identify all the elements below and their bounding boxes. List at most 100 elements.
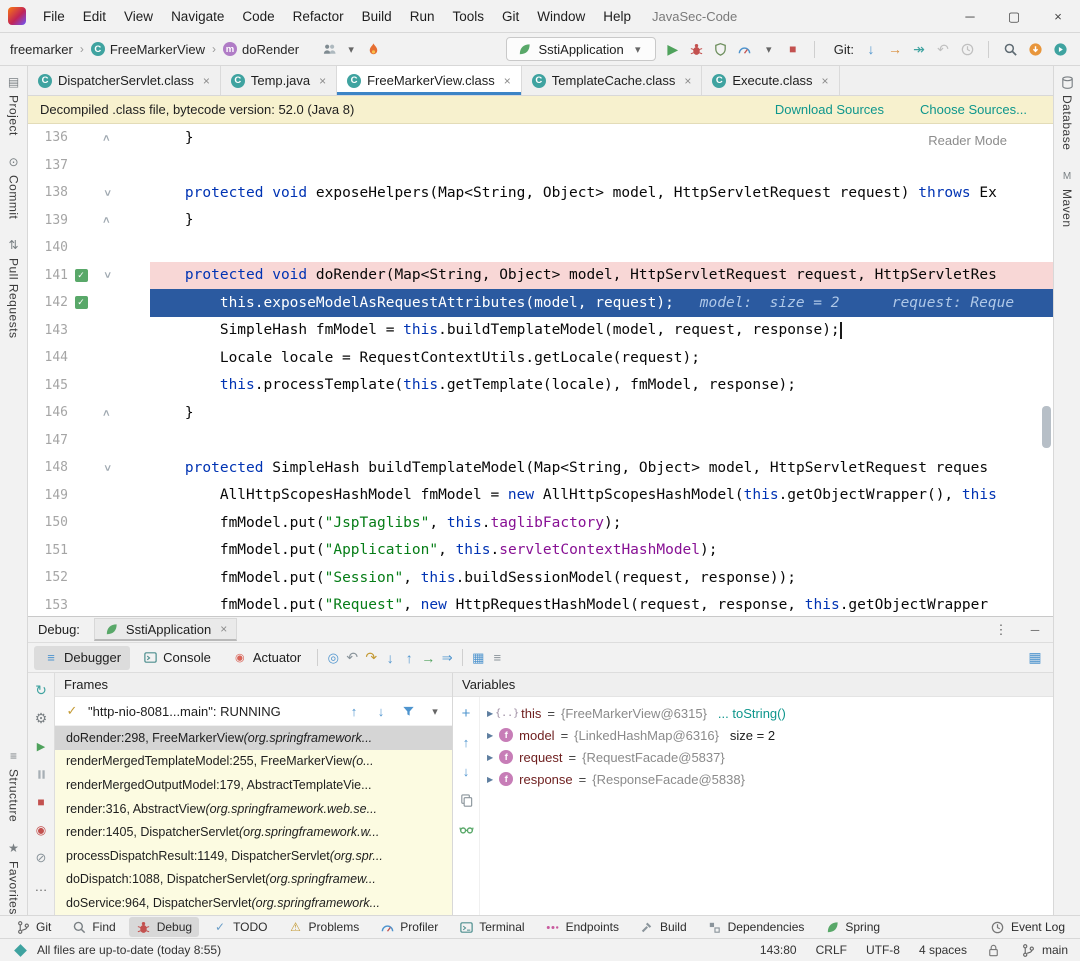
code-line[interactable]: Locale locale = RequestContextUtils.getL… <box>150 344 1053 372</box>
code-editor[interactable]: Reader Mode 136> }137138> protected void… <box>28 124 1053 616</box>
menu-item-window[interactable]: Window <box>528 5 594 28</box>
toolwindow-button-favorites[interactable]: ★Favorites <box>6 840 22 915</box>
code-line[interactable]: SimpleHash fmModel = this.buildTemplateM… <box>150 317 1053 345</box>
arrow-up-icon[interactable]: ↑ <box>458 734 474 750</box>
git-update-icon[interactable]: ↓ <box>863 41 879 57</box>
minimize-icon[interactable]: ─ <box>1027 622 1043 638</box>
view-options-icon[interactable]: ▦ <box>470 650 486 666</box>
code-line[interactable]: fmModel.put("Session", this.buildSession… <box>150 564 1053 592</box>
ai-assistant-icon[interactable] <box>1052 41 1068 57</box>
run-icon[interactable]: ▶ <box>665 41 681 57</box>
collaborate-icon[interactable] <box>321 41 337 57</box>
line-check-icon[interactable]: ✓ <box>75 296 88 309</box>
toolwindow-build[interactable]: Build <box>632 917 694 937</box>
debug-tab-debugger[interactable]: ≡Debugger <box>34 646 130 670</box>
code-line[interactable]: } <box>150 124 1053 152</box>
search-everywhere-icon[interactable] <box>1002 41 1018 57</box>
profiler-icon[interactable] <box>737 41 753 57</box>
toolwindow-button-project[interactable]: ▤Project <box>6 74 22 136</box>
fold-down-icon[interactable]: > <box>101 272 113 278</box>
breadcrumb-item-dorender[interactable]: mdoRender <box>223 42 299 57</box>
menu-item-navigate[interactable]: Navigate <box>162 5 233 28</box>
statusbar-message[interactable]: All files are up-to-date (today 8:55) <box>37 943 221 957</box>
menu-item-edit[interactable]: Edit <box>74 5 115 28</box>
toolwindow-button-pull-requests[interactable]: ⇅Pull Requests <box>6 237 22 339</box>
maximize-button[interactable]: ▢ <box>992 0 1036 33</box>
code-line[interactable]: protected void doRender(Map<String, Obje… <box>150 262 1053 290</box>
profiler-flame-icon[interactable] <box>365 41 381 57</box>
variable-row[interactable]: ▶fresponse={ResponseFacade@5838} <box>480 768 1053 790</box>
minimize-button[interactable]: ─ <box>948 0 992 33</box>
git-branch[interactable]: main <box>1021 942 1068 958</box>
toolwindow-find[interactable]: Find <box>64 917 122 937</box>
settings-gear-icon[interactable]: ⚙ <box>33 710 49 726</box>
view-breakpoints-icon[interactable]: ◉ <box>33 822 49 838</box>
stack-frame-row[interactable]: renderMergedOutputModel:179, AbstractTem… <box>55 773 452 797</box>
close-icon[interactable]: × <box>220 622 227 636</box>
chevron-right-icon[interactable]: ▶ <box>487 753 493 762</box>
stop-icon[interactable]: ■ <box>33 794 49 810</box>
resume-icon[interactable]: ▶ <box>33 738 49 754</box>
close-icon[interactable]: × <box>504 74 511 88</box>
toolwindow-dependencies[interactable]: Dependencies <box>700 917 812 937</box>
debug-icon[interactable] <box>689 41 705 57</box>
menu-item-tools[interactable]: Tools <box>443 5 493 28</box>
toolwindow-profiler[interactable]: Profiler <box>372 917 445 937</box>
chevron-right-icon[interactable]: ▶ <box>487 775 493 784</box>
stack-frame-row[interactable]: doService:964, DispatcherServlet (org.sp… <box>55 891 452 915</box>
fold-up-icon[interactable]: > <box>101 135 113 141</box>
git-fetch-icon[interactable]: ↠ <box>911 41 927 57</box>
code-line[interactable]: } <box>150 399 1053 427</box>
code-line[interactable] <box>150 427 1053 455</box>
glasses-icon[interactable] <box>458 821 474 837</box>
editor-tab-dispatcherservlet-class[interactable]: CDispatcherServlet.class× <box>28 66 221 95</box>
toolwindow-button-commit[interactable]: ⊙Commit <box>6 154 22 219</box>
menu-item-build[interactable]: Build <box>353 5 401 28</box>
editor-tab-templatecache-class[interactable]: CTemplateCache.class× <box>522 66 703 95</box>
code-line[interactable]: this.processTemplate(this.getTemplate(lo… <box>150 372 1053 400</box>
chevron-down-icon[interactable]: ▾ <box>343 41 359 57</box>
copy-icon[interactable] <box>458 792 474 808</box>
thread-selector[interactable]: ✓ "http-nio-8081...main": RUNNING ↑↓▾ <box>55 697 452 726</box>
layout-settings-icon[interactable]: ▦ <box>1027 650 1043 666</box>
toolwindow-git[interactable]: Git <box>8 917 58 937</box>
code-line[interactable] <box>150 152 1053 180</box>
choose-sources-link[interactable]: Choose Sources... <box>920 102 1027 117</box>
show-execution-point-icon[interactable]: ◎ <box>325 650 341 666</box>
code-line[interactable]: fmModel.put("Request", new HttpRequestHa… <box>150 592 1053 617</box>
chevron-down-icon[interactable]: ▾ <box>427 703 443 719</box>
step-into-icon[interactable]: ↓ <box>382 650 398 666</box>
history-icon[interactable] <box>959 41 975 57</box>
smart-step-into-icon[interactable]: ⇒ <box>439 650 455 666</box>
debug-tab-console[interactable]: Console <box>133 646 220 670</box>
lock-icon[interactable] <box>986 942 1002 958</box>
editor-tab-temp-java[interactable]: CTemp.java× <box>221 66 337 95</box>
editor-scrollbar[interactable] <box>1042 406 1051 448</box>
code-line[interactable]: fmModel.put("JspTaglibs", this.taglibFac… <box>150 509 1053 537</box>
reset-frame-icon[interactable]: ↶ <box>344 650 360 666</box>
close-icon[interactable]: × <box>319 74 326 88</box>
step-out-icon[interactable]: ↑ <box>401 650 417 666</box>
download-sources-link[interactable]: Download Sources <box>775 102 884 117</box>
code-line[interactable]: protected void exposeHelpers(Map<String,… <box>150 179 1053 207</box>
menu-item-file[interactable]: File <box>34 5 74 28</box>
git-push-icon[interactable]: → <box>887 41 903 57</box>
toolwindow-event-log[interactable]: Event Log <box>983 917 1072 937</box>
code-line[interactable]: } <box>150 207 1053 235</box>
close-icon[interactable]: × <box>822 74 829 88</box>
arrow-down-icon[interactable]: ↓ <box>373 703 389 719</box>
variable-row[interactable]: ▶{..}this={FreeMarkerView@6315}... toStr… <box>480 702 1053 724</box>
stack-frame-row[interactable]: processDispatchResult:1149, DispatcherSe… <box>55 844 452 868</box>
reader-mode-label[interactable]: Reader Mode <box>928 133 1007 148</box>
stop-icon[interactable]: ■ <box>785 41 801 57</box>
code-line[interactable]: fmModel.put("Application", this.servletC… <box>150 537 1053 565</box>
editor-tab-execute-class[interactable]: CExecute.class× <box>702 66 839 95</box>
debug-tab-actuator[interactable]: ◉Actuator <box>223 646 310 670</box>
encoding-select[interactable]: UTF-8 <box>866 943 900 957</box>
stack-frame-row[interactable]: render:316, AbstractView (org.springfram… <box>55 797 452 821</box>
menu-item-refactor[interactable]: Refactor <box>284 5 353 28</box>
fold-up-icon[interactable]: > <box>101 217 113 223</box>
chevron-right-icon[interactable]: ▶ <box>487 731 493 740</box>
debug-session-tab[interactable]: SstiApplication × <box>94 618 237 641</box>
breadcrumb-item-freemarker[interactable]: freemarker <box>10 42 73 57</box>
